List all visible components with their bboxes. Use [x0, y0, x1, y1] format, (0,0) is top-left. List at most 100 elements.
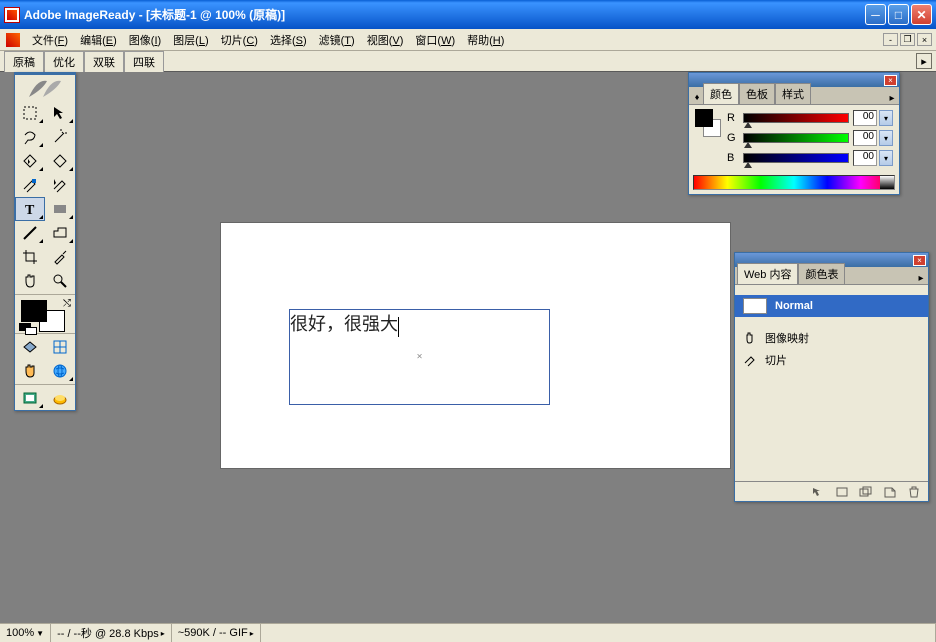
- trash-icon[interactable]: [906, 485, 922, 499]
- minimize-button[interactable]: ─: [865, 4, 886, 25]
- tools-palette[interactable]: T ⤭: [14, 72, 76, 411]
- size-field[interactable]: ~590K / -- GIF▸: [172, 624, 261, 642]
- color-spectrum[interactable]: [693, 175, 895, 190]
- menu-help[interactable]: 帮助(H): [461, 30, 510, 50]
- canvas[interactable]: 很好，很强大 ×: [220, 222, 731, 469]
- mdi-minimize-button[interactable]: -: [883, 33, 898, 46]
- web-tab-colortable[interactable]: 颜色表: [798, 263, 845, 284]
- window-title: Adobe ImageReady - [未标题-1 @ 100% (原稿)]: [24, 6, 285, 23]
- rollover-state-icon[interactable]: [810, 485, 826, 499]
- label-g: G: [727, 132, 739, 144]
- menu-view[interactable]: 视图(V): [361, 30, 410, 50]
- slider-g: G 00 ▾: [727, 129, 893, 147]
- jump-to-golive-tool[interactable]: [45, 386, 75, 410]
- menu-edit[interactable]: 编辑(E): [74, 30, 123, 50]
- web-item-label: Normal: [775, 300, 813, 312]
- text-bounding-box[interactable]: 很好，很强大 ×: [289, 309, 550, 405]
- web-tab-content[interactable]: Web 内容: [737, 263, 798, 284]
- menu-select[interactable]: 选择(S): [264, 30, 313, 50]
- slider-track-g[interactable]: [743, 133, 849, 143]
- type-tool[interactable]: T: [15, 197, 45, 221]
- foreground-color-swatch[interactable]: [21, 300, 47, 322]
- hand-tool[interactable]: [15, 269, 45, 293]
- new-item-icon[interactable]: [882, 485, 898, 499]
- chevron-right-icon[interactable]: ▸: [161, 629, 165, 638]
- menu-filter[interactable]: 滤镜(T): [313, 30, 361, 50]
- color-tab-color[interactable]: 颜色: [703, 83, 739, 104]
- slider-track-r[interactable]: [743, 113, 849, 123]
- web-item-slice[interactable]: 切片: [735, 349, 928, 371]
- color-panel[interactable]: × ♦ 颜色 色板 样式 ▸ R 00 ▾ G: [688, 72, 900, 195]
- web-panel-footer: [735, 481, 928, 501]
- web-panel-close-button[interactable]: ×: [913, 255, 926, 266]
- color-tab-styles[interactable]: 样式: [775, 83, 811, 104]
- dropdown-b[interactable]: ▾: [879, 150, 893, 166]
- maximize-button[interactable]: □: [888, 4, 909, 25]
- value-b[interactable]: 00: [853, 150, 877, 166]
- svg-text:T: T: [25, 203, 35, 217]
- web-panel-menu-icon[interactable]: ▸: [914, 273, 928, 284]
- canvas-text-content[interactable]: 很好，很强大: [290, 312, 398, 336]
- color-panel-swatches[interactable]: [695, 109, 721, 157]
- rectangle-tool[interactable]: [45, 197, 75, 221]
- jump-to-photoshop-tool[interactable]: [15, 386, 45, 410]
- color-panel-fg-swatch[interactable]: [695, 109, 713, 127]
- color-tab-swatches[interactable]: 色板: [739, 83, 775, 104]
- label-b: B: [727, 152, 739, 164]
- toggle-slices-visibility-tool[interactable]: [45, 335, 75, 359]
- opt-tab-optimized[interactable]: 优化: [44, 51, 84, 72]
- close-button[interactable]: ✕: [911, 4, 932, 25]
- web-item-normal[interactable]: Normal: [735, 295, 928, 317]
- color-swatches[interactable]: ⤭: [15, 296, 75, 332]
- timing-field[interactable]: -- / --秒 @ 28.8 Kbps▸: [51, 624, 172, 642]
- new-layer-slice-icon[interactable]: [858, 485, 874, 499]
- zoom-tool[interactable]: [45, 269, 75, 293]
- toggle-imagemap-visibility-tool[interactable]: [15, 335, 45, 359]
- marquee-tool[interactable]: [15, 101, 45, 125]
- opt-tab-2up[interactable]: 双联: [84, 51, 124, 72]
- slice-select-tool[interactable]: [45, 173, 75, 197]
- slider-track-b[interactable]: [743, 153, 849, 163]
- tab-rectangle-tool[interactable]: [45, 221, 75, 245]
- mdi-restore-button[interactable]: ❐: [900, 33, 915, 46]
- menu-image[interactable]: 图像(I): [123, 30, 167, 50]
- title-bar: Adobe ImageReady - [未标题-1 @ 100% (原稿)] ─…: [0, 0, 936, 29]
- opt-tab-original[interactable]: 原稿: [4, 51, 44, 73]
- mdi-close-button[interactable]: ×: [917, 33, 932, 46]
- menu-layer[interactable]: 图层(L): [167, 30, 214, 50]
- swap-colors-icon[interactable]: ⤭: [63, 298, 71, 309]
- menu-window[interactable]: 窗口(W): [409, 30, 461, 50]
- chevron-right-icon[interactable]: ▸: [250, 629, 254, 638]
- new-frame-icon[interactable]: [834, 485, 850, 499]
- move-tool[interactable]: [45, 101, 75, 125]
- value-r[interactable]: 00: [853, 110, 877, 126]
- web-content-panel[interactable]: × Web 内容 颜色表 ▸ Normal 图像映射 切片: [734, 252, 929, 502]
- dropdown-g[interactable]: ▾: [879, 130, 893, 146]
- chevron-down-icon[interactable]: ▼: [36, 629, 44, 638]
- crop-tool[interactable]: [15, 245, 45, 269]
- slider-b: B 00 ▾: [727, 149, 893, 167]
- color-panel-collapse-icon[interactable]: ♦: [691, 90, 703, 104]
- magic-wand-tool[interactable]: [45, 125, 75, 149]
- opt-tab-4up[interactable]: 四联: [124, 51, 164, 72]
- imagemap-select-tool[interactable]: [15, 149, 45, 173]
- preview-browser-tool[interactable]: [45, 359, 75, 383]
- dropdown-r[interactable]: ▾: [879, 110, 893, 126]
- rollover-preview-tool[interactable]: [15, 359, 45, 383]
- knife-icon: [743, 353, 757, 367]
- menu-file[interactable]: 文件(F): [26, 30, 74, 50]
- tools-header[interactable]: [15, 75, 75, 101]
- slice-tool[interactable]: [15, 173, 45, 197]
- menu-slice[interactable]: 切片(C): [215, 30, 264, 50]
- eyedropper-tool[interactable]: [45, 245, 75, 269]
- color-panel-close-button[interactable]: ×: [884, 75, 897, 86]
- imagemap-tool[interactable]: [45, 149, 75, 173]
- lasso-tool[interactable]: [15, 125, 45, 149]
- web-item-imagemap[interactable]: 图像映射: [735, 327, 928, 349]
- value-g[interactable]: 00: [853, 130, 877, 146]
- line-tool[interactable]: [15, 221, 45, 245]
- options-expand-icon[interactable]: ▸: [916, 53, 932, 69]
- zoom-field[interactable]: 100%▼: [0, 624, 51, 642]
- feather-logo-icon: [25, 77, 65, 99]
- color-panel-menu-icon[interactable]: ▸: [885, 93, 899, 104]
